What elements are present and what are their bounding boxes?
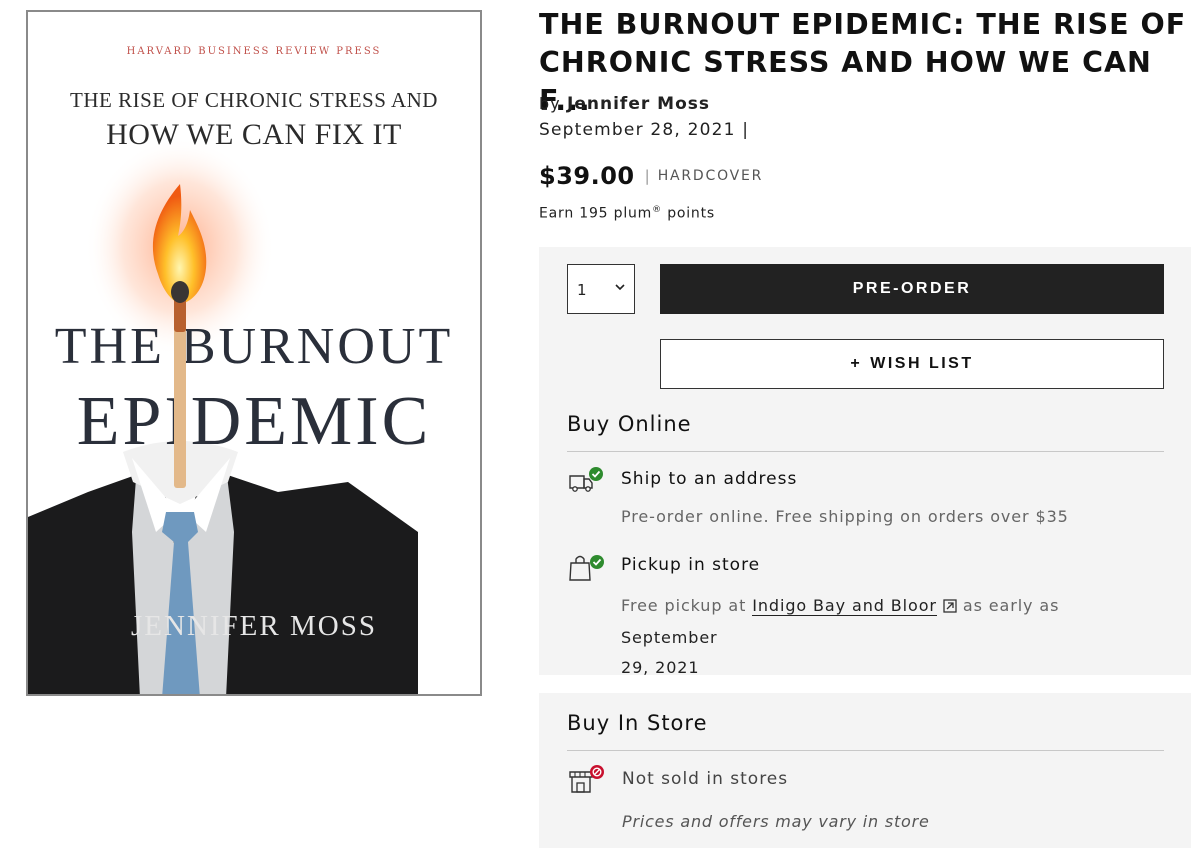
buy-in-store-panel: Buy In Store Not sold in stores Prices a… bbox=[539, 693, 1191, 848]
release-date: September 28, 2021 | bbox=[539, 120, 750, 140]
pre-order-button[interactable]: PRE-ORDER bbox=[660, 264, 1164, 314]
price-separator: | bbox=[644, 167, 650, 185]
wish-list-button[interactable]: + WISH LIST bbox=[660, 339, 1164, 389]
store-blocked-icon bbox=[567, 764, 607, 798]
points-suffix: points bbox=[661, 205, 715, 222]
pickup-desc-mid: as early as bbox=[962, 596, 1060, 615]
wish-list-label: WISH LIST bbox=[870, 355, 974, 372]
store-status: Not sold in stores bbox=[622, 769, 789, 789]
pickup-description: Free pickup at Indigo Bay and Bloor as ea… bbox=[621, 591, 1161, 683]
ship-description: Pre-order online. Free shipping on order… bbox=[621, 507, 1069, 526]
pickup-in-store-option[interactable]: Pickup in store bbox=[621, 555, 760, 575]
registered-mark: ® bbox=[652, 205, 662, 215]
store-link[interactable]: Indigo Bay and Bloor bbox=[752, 596, 937, 616]
truck-check-icon bbox=[567, 466, 607, 498]
chevron-down-icon bbox=[615, 280, 625, 294]
format-label: HARDCOVER bbox=[657, 168, 764, 184]
cover-author: JENNIFER MOSS bbox=[131, 610, 377, 642]
divider bbox=[567, 451, 1164, 452]
plum-points: Earn 195 plum® points bbox=[539, 205, 715, 222]
author-link[interactable]: Jennifer Moss bbox=[567, 94, 710, 114]
buy-online-panel: 1 PRE-ORDER + WISH LIST Buy Online Ship … bbox=[539, 247, 1191, 677]
book-cover-image[interactable]: HARVARD BUSINESS REVIEW PRESS THE RISE O… bbox=[26, 10, 482, 696]
bag-check-icon bbox=[567, 551, 607, 587]
pickup-date-line1: September bbox=[621, 628, 718, 647]
quantity-select[interactable]: 1 bbox=[567, 264, 635, 314]
points-prefix: Earn 195 plum bbox=[539, 205, 653, 222]
price-row: $39.00 | HARDCOVER bbox=[539, 162, 763, 190]
quantity-value: 1 bbox=[577, 281, 587, 299]
buy-in-store-heading: Buy In Store bbox=[567, 711, 708, 735]
pickup-desc-prefix: Free pickup at bbox=[621, 596, 753, 615]
match-illustration bbox=[171, 281, 189, 488]
divider bbox=[567, 750, 1164, 751]
byline: by Jennifer Moss bbox=[539, 94, 710, 114]
price: $39.00 bbox=[539, 162, 635, 190]
external-link-icon[interactable] bbox=[943, 593, 957, 623]
plus-icon: + bbox=[850, 355, 863, 372]
ship-to-address-option[interactable]: Ship to an address bbox=[621, 469, 797, 489]
pickup-date-line2: 29, 2021 bbox=[621, 658, 700, 677]
by-label: by bbox=[539, 94, 561, 113]
store-price-note: Prices and offers may vary in store bbox=[622, 812, 930, 831]
buy-online-heading: Buy Online bbox=[567, 412, 692, 436]
